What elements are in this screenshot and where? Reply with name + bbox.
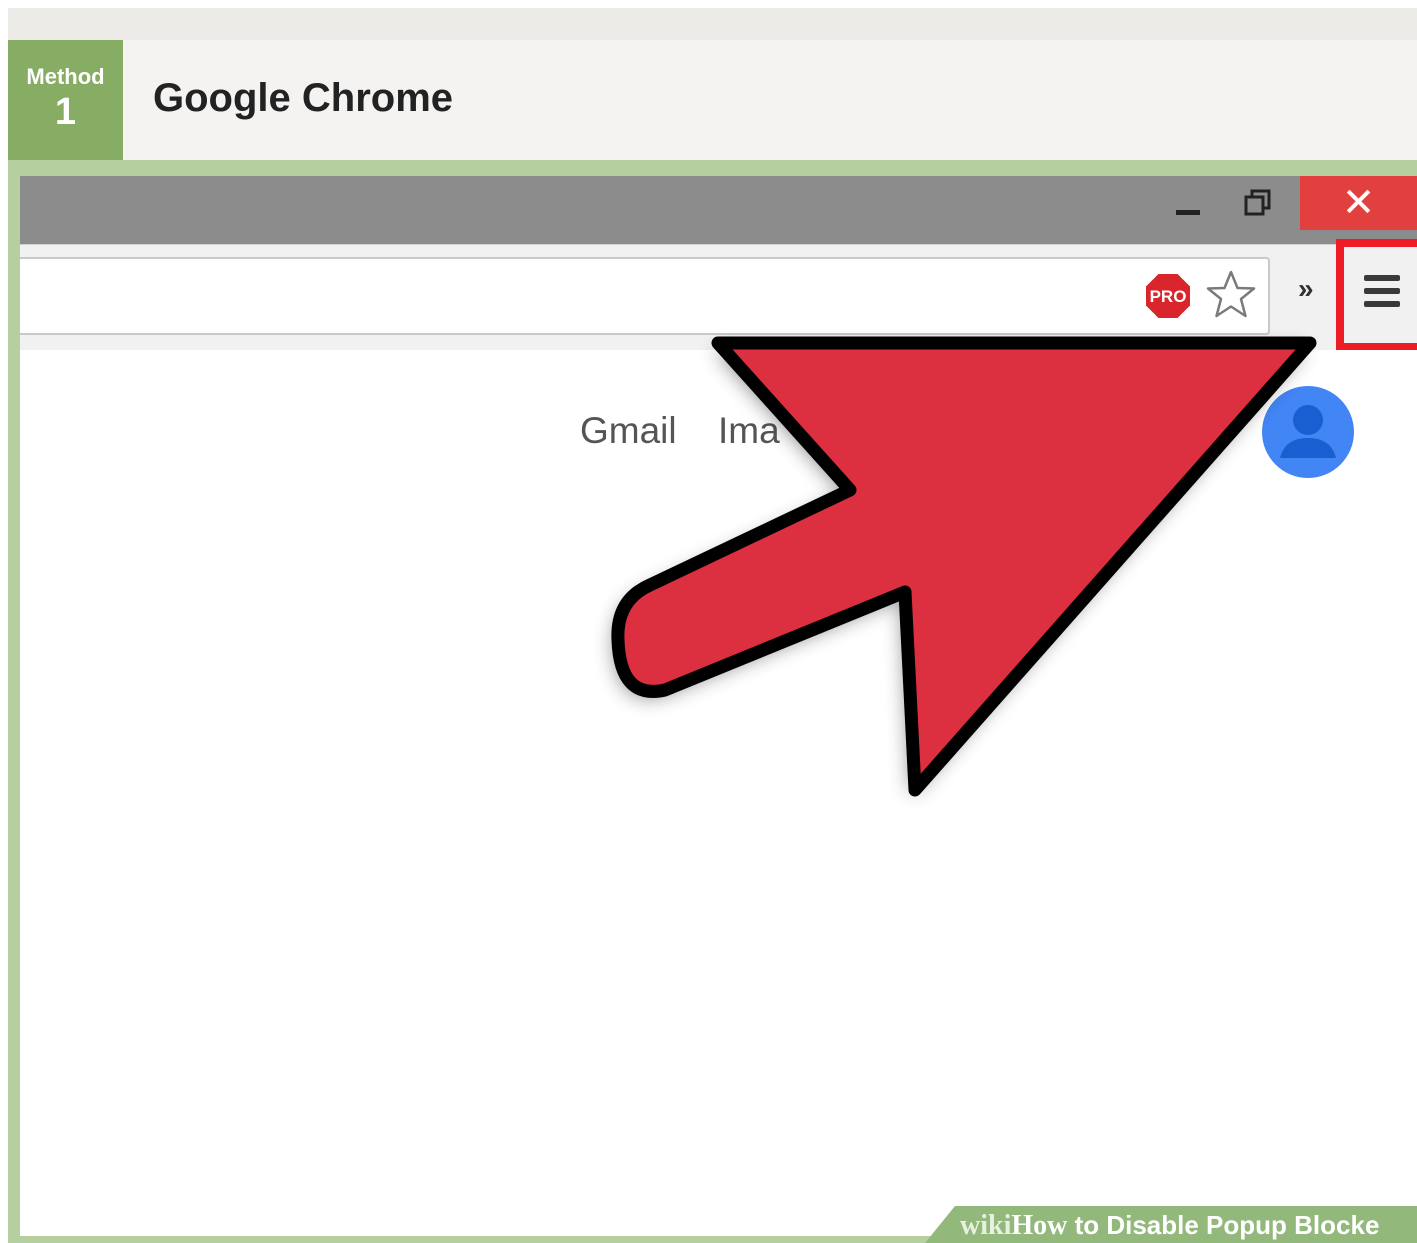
- adblock-pro-icon[interactable]: PRO: [1143, 271, 1193, 321]
- close-button[interactable]: ✕: [1300, 176, 1417, 230]
- method-header: Method 1 Google Chrome: [8, 40, 1417, 160]
- footer-wiki: wiki: [960, 1210, 1012, 1241]
- chrome-menu-button[interactable]: [1360, 275, 1404, 319]
- minimize-icon: [1176, 209, 1200, 215]
- images-link[interactable]: Ima: [718, 410, 780, 452]
- gmail-link[interactable]: Gmail: [580, 410, 677, 452]
- page-content: [20, 350, 1417, 1236]
- method-number: 1: [54, 91, 77, 133]
- restore-icon: [1244, 189, 1271, 216]
- method-label: Method: [26, 64, 105, 89]
- footer-caption: wikiHow to Disable Popup Blocke: [960, 1209, 1379, 1242]
- footer-how: How: [1011, 1210, 1068, 1241]
- bookmark-star-icon[interactable]: [1205, 269, 1257, 321]
- extensions-overflow-button[interactable]: »: [1298, 273, 1314, 305]
- browser-window: ✕ PRO » Gmail Ima: [20, 176, 1417, 1236]
- pro-badge-label: PRO: [1150, 287, 1187, 306]
- browser-toolbar: PRO »: [20, 239, 1417, 351]
- minimize-button[interactable]: [1160, 176, 1216, 230]
- method-badge: Method 1: [8, 40, 123, 160]
- account-avatar-icon[interactable]: [1262, 386, 1354, 478]
- address-bar[interactable]: [20, 257, 1270, 335]
- close-icon: ✕: [1341, 181, 1376, 225]
- top-strip: [8, 8, 1417, 40]
- footer-rest: to Disable Popup Blocke: [1067, 1210, 1380, 1240]
- restore-button[interactable]: [1230, 176, 1286, 230]
- title-bar: ✕: [20, 176, 1417, 244]
- hamburger-menu-icon: [1364, 275, 1400, 281]
- page-title: Google Chrome: [153, 76, 454, 120]
